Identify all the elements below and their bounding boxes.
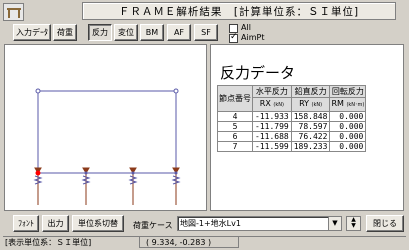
header-horizontal-symbol: RX (kN)	[252, 97, 292, 112]
node-marker	[174, 171, 178, 175]
header-rotation: 回転反力	[329, 85, 367, 98]
cursor-coordinates: ( 9.334, -0.283 )	[139, 237, 239, 248]
reaction-table: 節点番号 水平反力 鉛直反力 回転反力 RX (kN) RY (kN) RM (…	[217, 85, 367, 152]
status-bar: [表示単位系：ＳＩ単位] ( 9.334, -0.283 )	[3, 236, 406, 248]
checkmark-icon: ✓	[230, 32, 238, 42]
load-case-value: 地図-1+地水Lv1	[180, 219, 241, 228]
output-button[interactable]: 出力	[42, 215, 69, 232]
tab-bm[interactable]: BM	[140, 24, 164, 41]
app-icon	[3, 3, 24, 21]
tab-af[interactable]: AF	[167, 24, 191, 41]
table-row: 6 -11.688 76.422 0.000	[217, 131, 367, 142]
frame-diagram	[33, 88, 181, 205]
frame-drawing-canvas[interactable]	[4, 44, 207, 211]
header-vertical: 鉛直反力	[290, 85, 331, 98]
node-marker	[131, 171, 135, 175]
unit-switch-button[interactable]: 単位系切替	[72, 215, 124, 232]
support-springs	[33, 175, 181, 185]
tab-sf[interactable]: SF	[194, 24, 218, 41]
node-marker	[35, 88, 41, 94]
close-button[interactable]: 閉じる	[366, 215, 404, 232]
all-checkbox-label: All	[241, 23, 251, 32]
chevron-down-icon[interactable]: ▼	[328, 217, 341, 230]
window-title: ＦＲＡＭＥ解析結果 [計算単位系：ＳＩ単位]	[82, 2, 396, 20]
frame-outline	[37, 90, 177, 174]
result-panel: 反力データ 節点番号 水平反力 鉛直反力 回転反力 RX (kN) RY (kN…	[210, 44, 404, 211]
table-row: 7 -11.599 189.233 0.000	[217, 141, 367, 152]
status-unit-text: [表示単位系：ＳＩ単位]	[5, 238, 92, 247]
node-marker	[173, 88, 179, 94]
table-row: 5 -11.799 78.597 0.000	[217, 121, 367, 132]
input-data-button[interactable]: 入力デｰﾀ	[13, 24, 51, 41]
header-vertical-symbol: RY (kN)	[290, 97, 331, 112]
result-title: 反力データ	[220, 64, 296, 82]
tab-reaction[interactable]: 反力	[88, 24, 112, 41]
case-spinner[interactable]: ▲ ▼	[346, 216, 361, 231]
header-horizontal: 水平反力	[252, 85, 292, 98]
load-case-label: 荷重ケース	[133, 221, 173, 230]
load-case-select[interactable]: 地図-1+地水Lv1 ▼	[177, 216, 342, 231]
aimpt-checkbox-label: AimPt	[241, 33, 265, 42]
table-row: 4 -11.933 158.848 0.000	[217, 111, 367, 122]
spin-down-icon[interactable]: ▼	[347, 223, 360, 229]
tab-displacement[interactable]: 変位	[114, 24, 138, 41]
load-button[interactable]: 荷重	[53, 24, 77, 41]
node-marker	[84, 171, 88, 175]
reaction-arrows	[34, 167, 180, 174]
header-rotation-symbol: RM (kN･m)	[329, 97, 367, 112]
aimpt-checkbox[interactable]: ✓	[229, 32, 238, 43]
font-button[interactable]: ﾌｫﾝﾄ	[13, 215, 39, 232]
header-node: 節点番号	[217, 85, 253, 112]
selected-node-marker	[35, 170, 41, 176]
